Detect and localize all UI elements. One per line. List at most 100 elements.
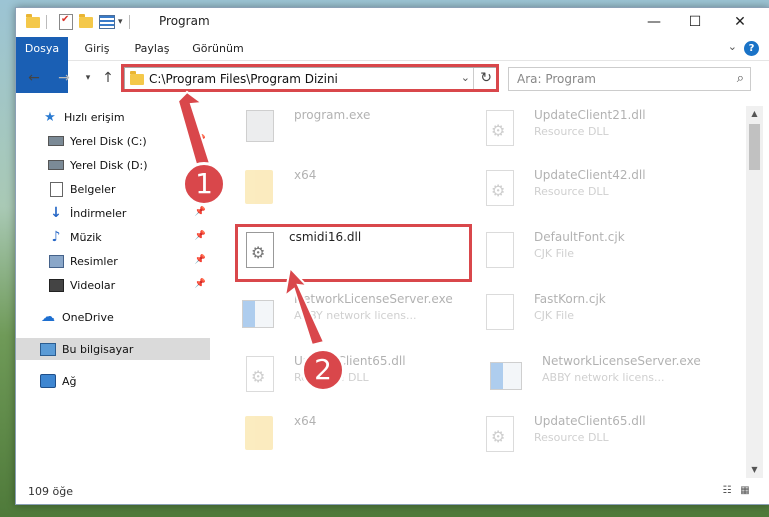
file-name: NetworkLicenseServer.exe: [542, 354, 701, 368]
back-button[interactable]: ←: [26, 70, 42, 86]
pictures-icon: [48, 253, 64, 269]
drive-icon: [48, 157, 64, 173]
sidebar-item-pictures[interactable]: Resimler 📌: [16, 250, 210, 272]
sidebar-item-downloads[interactable]: ↓ İndirmeler 📌: [16, 202, 210, 224]
file-description: Resource DLL: [534, 431, 609, 444]
window-title: Program: [159, 14, 210, 28]
help-icon[interactable]: ?: [744, 41, 759, 56]
sidebar-item-label: Müzik: [70, 230, 102, 244]
file-description: CJK File: [534, 309, 575, 322]
large-icons-view-icon[interactable]: ▦: [738, 485, 752, 497]
sidebar-item-this-pc[interactable]: Bu bilgisayar: [16, 338, 210, 360]
list-item[interactable]: UpdateClient65.dll Resource DLL: [242, 352, 482, 408]
list-item[interactable]: x64: [242, 166, 482, 222]
tab-view[interactable]: Görünüm: [188, 37, 248, 60]
search-input[interactable]: Ara: Program ⌕: [508, 67, 751, 91]
cjk-file-icon: [482, 232, 516, 272]
callout-badge-2: 2: [301, 348, 345, 392]
file-description: ABBY network licens...: [542, 371, 665, 384]
file-description: Resource DLL: [534, 185, 609, 198]
pin-icon[interactable]: 📌: [195, 135, 206, 145]
scroll-down-icon[interactable]: ▼: [746, 462, 763, 478]
list-item[interactable]: DefaultFont.cjk CJK File: [482, 228, 722, 284]
ribbon-collapse-icon[interactable]: ⌄: [728, 40, 737, 53]
file-description: Resource DLL: [534, 125, 609, 138]
vertical-scrollbar[interactable]: ▲ ▼: [746, 106, 763, 478]
quick-access-toolbar: ▾: [26, 13, 136, 31]
sidebar-item-label: OneDrive: [62, 310, 114, 324]
sidebar-item-quick-access[interactable]: ★ Hızlı erişim: [16, 106, 210, 128]
details-view-icon[interactable]: ☷: [720, 485, 734, 497]
cjk-file-icon: [482, 294, 516, 334]
sidebar-item-label: Ağ: [62, 374, 77, 388]
list-item[interactable]: UpdateClient42.dll Resource DLL: [482, 166, 722, 222]
music-icon: ♪: [51, 229, 61, 245]
chevron-down-icon[interactable]: ▾: [118, 17, 123, 27]
list-item[interactable]: FastKorn.cjk CJK File: [482, 290, 722, 346]
sidebar-item-label: Yerel Disk (C:): [70, 134, 147, 148]
folder-icon: [242, 170, 276, 210]
sidebar-item-label: Hızlı erişim: [64, 110, 125, 124]
list-item[interactable]: NetworkLicenseServer.exe ABBY network li…: [490, 352, 730, 408]
folder-icon: [242, 416, 276, 456]
list-item[interactable]: NetworkLicenseServer.exe ABBY network li…: [242, 290, 482, 346]
maximize-button[interactable]: ☐: [672, 8, 718, 36]
minimize-button[interactable]: —: [631, 8, 677, 36]
sidebar-item-local-disk-c[interactable]: Yerel Disk (C:) 📌: [16, 130, 210, 152]
address-highlight-box: [121, 64, 499, 92]
pin-icon[interactable]: 📌: [195, 207, 206, 217]
sidebar-item-label: Belgeler: [70, 182, 116, 196]
tab-home[interactable]: Giriş: [76, 37, 118, 60]
file-highlight-box: [235, 224, 472, 282]
sidebar-item-label: Bu bilgisayar: [62, 342, 134, 356]
computer-icon: [40, 341, 56, 357]
file-name: NetworkLicenseServer.exe: [294, 292, 453, 306]
list-item[interactable]: program.exe: [242, 106, 482, 162]
file-name: DefaultFont.cjk: [534, 230, 625, 244]
ribbon-tabs: Dosya Giriş Paylaş Görünüm ⌄ ?: [16, 37, 769, 93]
new-folder-icon[interactable]: [79, 13, 93, 28]
forward-button[interactable]: →: [56, 70, 72, 86]
sidebar-item-videos[interactable]: Videolar 📌: [16, 274, 210, 296]
sidebar-item-label: Yerel Disk (D:): [70, 158, 148, 172]
toolbar-separator: [46, 15, 47, 29]
dll-icon: [242, 356, 276, 396]
sidebar-item-onedrive[interactable]: ☁ OneDrive: [16, 306, 210, 328]
file-name: x64: [294, 168, 317, 182]
scroll-up-icon[interactable]: ▲: [746, 106, 763, 122]
item-count: 109 öğe: [28, 485, 73, 498]
network-icon: [40, 373, 56, 389]
properties-check-icon[interactable]: [59, 14, 73, 30]
sidebar-item-network[interactable]: Ağ: [16, 370, 210, 392]
exe-icon: [490, 356, 524, 396]
star-icon: ★: [44, 109, 56, 125]
file-name: UpdateClient21.dll: [534, 108, 646, 122]
status-bar: 109 öğe ☷ ▦: [16, 480, 769, 504]
callout-badge-1: 1: [182, 162, 226, 206]
list-item[interactable]: x64: [242, 412, 482, 468]
close-button[interactable]: ✕: [717, 8, 763, 36]
drive-icon: [48, 133, 64, 149]
sidebar-item-label: Resimler: [70, 254, 118, 268]
pin-icon[interactable]: 📌: [195, 231, 206, 241]
list-item[interactable]: UpdateClient65.dll Resource DLL: [482, 412, 722, 468]
customize-icon[interactable]: [99, 15, 115, 29]
scroll-thumb[interactable]: [749, 124, 760, 170]
pin-icon[interactable]: 📌: [195, 255, 206, 265]
file-name: UpdateClient65.dll: [534, 414, 646, 428]
tab-share[interactable]: Paylaş: [128, 37, 176, 60]
sidebar-item-local-disk-d[interactable]: Yerel Disk (D:): [16, 154, 210, 176]
navigation-pane: ★ Hızlı erişim Yerel Disk (C:) 📌 Yerel D…: [16, 106, 210, 476]
recent-locations-button[interactable]: ▾: [80, 70, 96, 86]
sidebar-item-music[interactable]: ♪ Müzik 📌: [16, 226, 210, 248]
pin-icon[interactable]: 📌: [195, 279, 206, 289]
exe-icon: [242, 294, 276, 334]
up-button[interactable]: ↑: [100, 70, 116, 86]
sidebar-item-documents[interactable]: Belgeler 📌: [16, 178, 210, 200]
search-icon[interactable]: ⌕: [737, 71, 744, 86]
download-icon: ↓: [50, 205, 62, 221]
dll-icon: [482, 170, 516, 210]
list-item[interactable]: UpdateClient21.dll Resource DLL: [482, 106, 722, 162]
file-name: UpdateClient42.dll: [534, 168, 646, 182]
file-description: CJK File: [534, 247, 575, 260]
